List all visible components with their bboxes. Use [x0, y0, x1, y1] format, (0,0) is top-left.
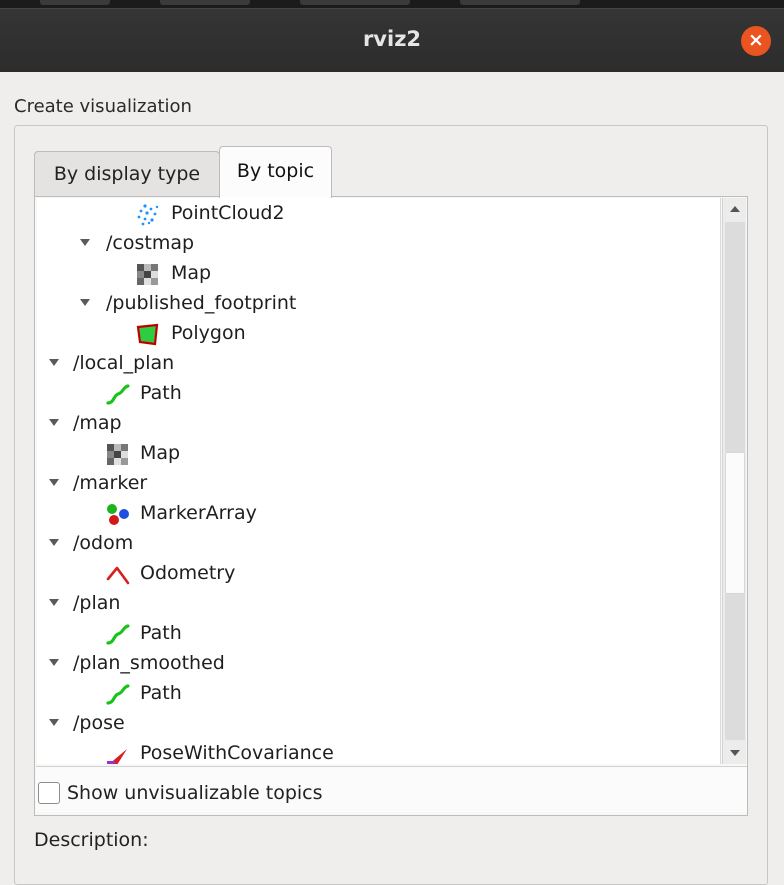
tree-item-odom[interactable]: /odom [37, 530, 720, 560]
expand-arrow-icon[interactable] [49, 359, 59, 366]
tree-item-label: /pose [73, 712, 125, 734]
tree-item-label: Odometry [140, 562, 236, 584]
expand-arrow-icon[interactable] [80, 299, 90, 306]
marker-array-icon [107, 504, 129, 525]
path-icon [106, 384, 130, 405]
window-titlebar[interactable]: rviz2 × [0, 8, 784, 72]
odometry-icon [106, 566, 130, 585]
close-button[interactable]: × [741, 26, 771, 56]
tree-item-label: MarkerArray [140, 502, 257, 524]
expand-arrow-icon[interactable] [80, 239, 90, 246]
tree-item-plan[interactable]: /plan [37, 590, 720, 620]
tree-item-map[interactable]: Map [37, 440, 720, 470]
tree-item-odometry[interactable]: Odometry [37, 560, 720, 590]
description-label: Description: [34, 829, 149, 851]
tree-item-path[interactable]: Path [37, 680, 720, 710]
tree-item-costmap[interactable]: /costmap [37, 230, 720, 260]
path-icon [106, 684, 130, 705]
tree-item-label: Map [171, 262, 212, 284]
tree-item-path[interactable]: Path [37, 380, 720, 410]
expand-arrow-icon[interactable] [49, 539, 59, 546]
tree-item-label: /map [73, 412, 122, 434]
scrollbar-track[interactable] [725, 594, 745, 740]
tree-item-pose-with-covariance[interactable]: PoseWithCovariance [37, 740, 720, 764]
tab-by-display-type[interactable]: By display type [34, 151, 220, 197]
tree-item-label: /marker [73, 472, 148, 494]
show-unvisualizable-row[interactable]: Show unvisualizable topics [36, 766, 747, 812]
close-icon: × [748, 29, 764, 51]
show-unvisualizable-checkbox[interactable] [38, 782, 60, 804]
tree-item-label: PoseWithCovariance [140, 742, 334, 764]
tree-item-label: Map [140, 442, 181, 464]
scrollbar-track[interactable] [725, 222, 745, 452]
show-unvisualizable-label[interactable]: Show unvisualizable topics [67, 782, 323, 804]
tab-by-topic[interactable]: By topic [219, 146, 332, 198]
path-icon [106, 624, 130, 645]
pose-covariance-icon [107, 749, 127, 764]
tree-item-marker[interactable]: /marker [37, 470, 720, 500]
tree-item-local-plan[interactable]: /local_plan [37, 350, 720, 380]
tree-item-label: /costmap [106, 232, 195, 254]
tree-item-polygon[interactable]: Polygon [37, 320, 720, 350]
tree-item-label: /plan [73, 592, 121, 614]
tree-item-pose[interactable]: /pose [37, 710, 720, 740]
expand-arrow-icon[interactable] [49, 719, 59, 726]
tree-scrollbar[interactable] [722, 198, 746, 764]
expand-arrow-icon[interactable] [49, 659, 59, 666]
polygon-icon [136, 323, 159, 346]
map-grid-icon [107, 444, 128, 465]
scroll-up-icon[interactable] [723, 198, 747, 220]
tree-item-map-topic[interactable]: /map [37, 410, 720, 440]
tree-item-map[interactable]: Map [37, 260, 720, 290]
scroll-down-icon[interactable] [723, 742, 747, 764]
tree-item-path[interactable]: Path [37, 620, 720, 650]
expand-arrow-icon[interactable] [49, 599, 59, 606]
map-grid-icon [137, 264, 158, 285]
tree-item-label: /published_footprint [106, 292, 297, 314]
scrollbar-thumb[interactable] [725, 452, 745, 594]
top-panel-strip [0, 0, 784, 8]
tree-item-published-footprint[interactable]: /published_footprint [37, 290, 720, 320]
tree-item-label: /plan_smoothed [73, 652, 225, 674]
tree-item-label: Path [140, 682, 182, 704]
tree-item-marker-array[interactable]: MarkerArray [37, 500, 720, 530]
pointcloud-icon [137, 204, 159, 226]
tree-item-label: /local_plan [73, 352, 175, 374]
expand-arrow-icon[interactable] [49, 419, 59, 426]
tree-item-label: /odom [73, 532, 134, 554]
window-title: rviz2 [362, 27, 422, 51]
tree-item-pointcloud2[interactable]: PointCloud2 [37, 200, 720, 230]
tree-item-label: Path [140, 382, 182, 404]
group-title: Create visualization [14, 96, 192, 117]
tree-item-label: Polygon [171, 322, 246, 344]
topic-tree[interactable]: PointCloud2 /costmap Map /published_foot… [37, 198, 721, 764]
tree-item-label: PointCloud2 [171, 202, 285, 224]
tree-item-plan-smoothed[interactable]: /plan_smoothed [37, 650, 720, 680]
tree-item-label: Path [140, 622, 182, 644]
expand-arrow-icon[interactable] [49, 479, 59, 486]
